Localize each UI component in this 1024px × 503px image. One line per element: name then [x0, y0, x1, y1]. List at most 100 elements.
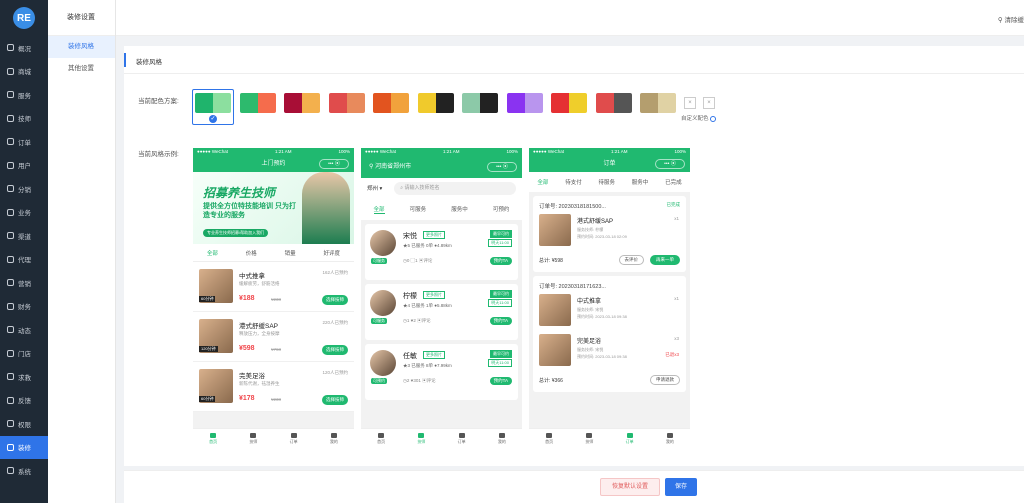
phone-title: 上门预约 — [261, 161, 286, 167]
tab-me: 我的 — [666, 432, 674, 445]
logo[interactable]: RE — [0, 0, 48, 36]
nav-item-7[interactable]: 业务 — [0, 201, 48, 225]
nav-item-3[interactable]: 技师 — [0, 107, 48, 131]
swatch-color — [569, 93, 587, 113]
custom-color-a[interactable]: × — [684, 97, 696, 109]
nav-item-5[interactable]: 用户 — [0, 154, 48, 178]
filter-rating: 好评度 — [323, 250, 341, 257]
nav-item-9[interactable]: 代理 — [0, 248, 48, 272]
phone-tabbar: 首页 技师 订单 我的 — [193, 428, 354, 448]
tab-me: 我的 — [497, 432, 506, 445]
preview-phone-techs: ●●●●● WeChat 1:21 AM 100% ⚲ 河南省郑州市 ••• ⦿ 郑州… — [361, 148, 522, 448]
nav-item-label: 分销 — [18, 186, 31, 194]
tab-label: 我的 — [497, 438, 506, 444]
nav-item-14[interactable]: 求救 — [0, 365, 48, 389]
nav-item-label: 技师 — [18, 116, 31, 124]
nav-item-2[interactable]: 服务 — [0, 83, 48, 107]
swatch-color — [284, 93, 302, 113]
nav-item-18[interactable]: 系统 — [0, 459, 48, 483]
color-scheme-1[interactable] — [239, 93, 276, 113]
nav-item-8[interactable]: 渠道 — [0, 224, 48, 248]
nav-item-17[interactable]: 装修 — [0, 435, 48, 459]
order-item: 中式推拿 x1 服务技师: 宋悦 预约时间: 2023-03-18 09:38 — [539, 294, 679, 328]
nav-icon — [7, 396, 14, 404]
nav-item-15[interactable]: 反馈 — [0, 389, 48, 413]
nav-item-label: 服务 — [18, 92, 31, 100]
order-item: 完美足浴 x3 服务技师: 宋悦 预约时间: 2023-03-18 09:38 已退x3 — [539, 334, 679, 368]
nav-icon — [7, 161, 14, 169]
earliest-label: 最早可约 — [490, 290, 512, 298]
sub-item-style[interactable]: 装修风格 — [48, 36, 115, 58]
tech-name: 任敏 — [403, 353, 417, 360]
status-time: 1:21 AM — [442, 149, 460, 154]
select-tech-button: 选择技师 — [322, 395, 348, 405]
nav-item-13[interactable]: 门店 — [0, 342, 48, 366]
nav-icon — [7, 138, 14, 146]
book-tech-button: 预约TA — [489, 317, 512, 325]
nav-item-label: 求救 — [18, 374, 31, 382]
nav-item-10[interactable]: 营销 — [0, 271, 48, 295]
order-status: 已完成 — [666, 202, 681, 207]
nav-icon — [7, 373, 14, 381]
nav-icon — [7, 326, 14, 334]
swatch-color — [373, 93, 391, 113]
sub-item-other[interactable]: 其他设置 — [48, 58, 115, 80]
color-scheme-4[interactable] — [373, 93, 409, 113]
color-scheme-3[interactable] — [328, 93, 365, 113]
nav-item-11[interactable]: 财务 — [0, 295, 48, 319]
order-item-photo — [539, 334, 571, 366]
select-tech-button: 选择技师 — [322, 345, 348, 355]
custom-scheme-label: 自定义配色 — [681, 116, 709, 122]
color-scheme-6[interactable] — [462, 93, 498, 113]
nav-item-6[interactable]: 分销 — [0, 177, 48, 201]
service-name: 完美足浴 — [239, 373, 265, 380]
color-scheme-10[interactable] — [640, 93, 676, 113]
color-scheme-7[interactable] — [506, 93, 543, 113]
capsule-icon: ••• ⦿ — [319, 159, 349, 169]
tech-avatar — [370, 350, 396, 376]
color-scheme-5[interactable] — [417, 93, 454, 113]
banner-portrait — [302, 172, 350, 244]
nav-icon — [7, 44, 14, 52]
nav-icon — [7, 443, 14, 451]
banner-subtitle: 提供全方位特技能培训 只为打造专业的服务 — [203, 203, 296, 219]
phone-tabbar: 首页 技师 订单 我的 — [361, 428, 522, 448]
tech-meta: ★4 已服务 1单 ●5.88km — [403, 303, 452, 308]
tech-avatar — [370, 230, 396, 256]
nav-item-0[interactable]: 概况 — [0, 36, 48, 60]
nav-item-4[interactable]: 订单 — [0, 130, 48, 154]
save-button[interactable]: 保存 — [665, 478, 697, 496]
nav-item-16[interactable]: 权限 — [0, 412, 48, 436]
custom-color-b[interactable]: × — [703, 97, 715, 109]
nav-item-label: 业务 — [18, 210, 31, 218]
nav-icon — [7, 467, 14, 475]
nav-item-label: 商城 — [18, 69, 31, 77]
status-time: 1:21 AM — [610, 149, 628, 154]
swatch-color — [551, 93, 569, 113]
select-tech-button: 选择技师 — [322, 295, 348, 305]
swatch-color — [462, 93, 480, 113]
nav-icon — [7, 255, 14, 263]
sub-sidebar-title: 装修设置 — [48, 0, 115, 36]
swatch-color — [435, 93, 454, 113]
tab-label: 技师 — [249, 438, 258, 444]
earliest-time: 明天11:00 — [488, 239, 512, 247]
nav-item-label: 营销 — [18, 280, 31, 288]
restore-default-button[interactable]: 恢复默认设置 — [600, 478, 660, 496]
clear-cache-link[interactable]: ⚲ 清除缓 — [998, 14, 1024, 24]
tab-all: 全部 — [537, 180, 549, 186]
panel-title: 装修风格 — [136, 59, 162, 66]
heart-icon — [586, 432, 593, 438]
tab-orders: 订单 — [458, 432, 466, 445]
nav-item-1[interactable]: 商城 — [0, 60, 48, 84]
order-item-qty: x3 — [674, 336, 679, 341]
color-scheme-2[interactable] — [284, 93, 320, 113]
order-total: 总计: ¥366 — [539, 378, 563, 384]
color-scheme-9[interactable] — [595, 93, 632, 113]
color-scheme-0[interactable] — [195, 93, 231, 113]
tab-in-service: 服务中 — [451, 207, 468, 213]
nav-item-12[interactable]: 动态 — [0, 318, 48, 342]
order-item-tech: 服务技师: 宋悦 — [577, 347, 604, 352]
color-scheme-8[interactable] — [551, 93, 587, 113]
custom-scheme[interactable]: 自定义配色 — [681, 114, 717, 122]
